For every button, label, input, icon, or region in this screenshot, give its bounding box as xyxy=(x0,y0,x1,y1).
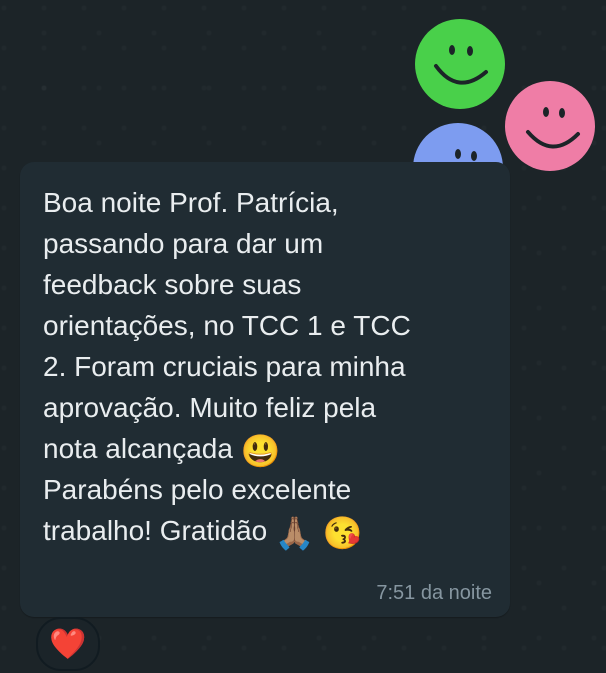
heart-reaction[interactable]: ❤️ xyxy=(36,617,100,671)
kissing-face-icon: 😘 xyxy=(322,514,363,551)
pink-smiley-icon xyxy=(504,80,596,172)
message-line: aprovação. Muito feliz pela xyxy=(43,392,377,423)
message-line: trabalho! Gratidão xyxy=(43,515,268,546)
message-line: Boa noite Prof. Patrícia, xyxy=(43,187,339,218)
praying-hands-icon: 🙏🏽 xyxy=(274,514,315,551)
message-text: Boa noite Prof. Patrícia, passando para … xyxy=(43,182,483,551)
message-line: Parabéns pelo excelente xyxy=(43,474,352,505)
green-smiley-icon xyxy=(414,18,506,110)
grinning-face-icon: 😃 xyxy=(240,432,281,469)
message-line: passando para dar um xyxy=(43,228,324,259)
message-timestamp: 7:51 da noite xyxy=(376,582,492,604)
message-line: 2. Foram cruciais para minha xyxy=(43,351,406,382)
message-line: nota alcançada xyxy=(43,433,233,464)
message-bubble[interactable]: Boa noite Prof. Patrícia, passando para … xyxy=(20,162,510,617)
message-line: feedback sobre suas xyxy=(43,269,302,300)
message-line: orientações, no TCC 1 e TCC xyxy=(43,310,411,341)
heart-icon: ❤️ xyxy=(49,627,87,661)
